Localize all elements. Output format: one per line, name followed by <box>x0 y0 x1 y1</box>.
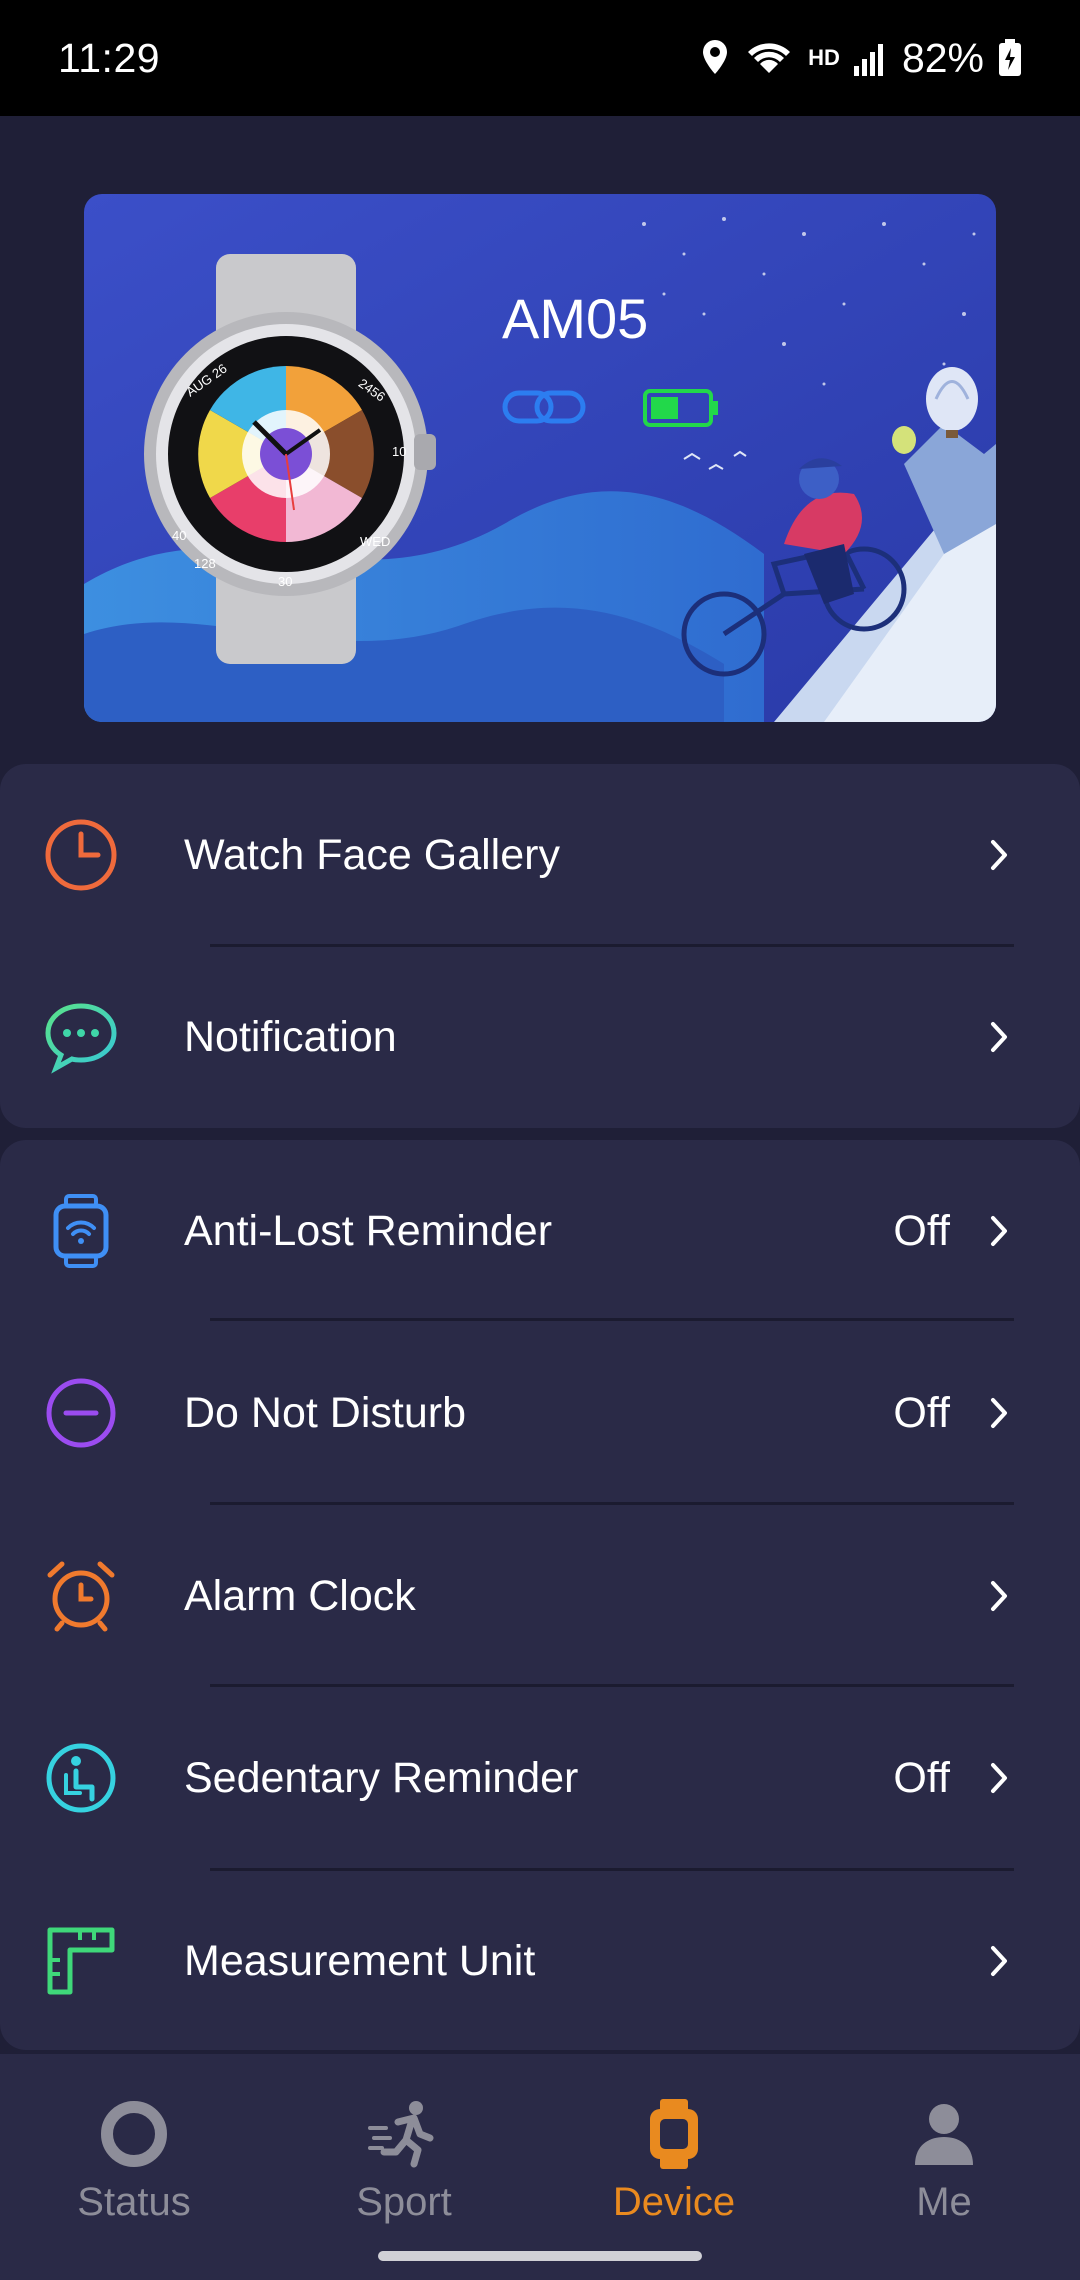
menu-item-value: Off <box>893 1388 950 1437</box>
menu-item-anti-lost-reminder[interactable]: Anti-Lost Reminder Off <box>0 1140 1080 1322</box>
device-banner[interactable]: AUG 26 2456 10 40 128 WED 30 AM05 <box>84 194 996 722</box>
watch-face-ten: 10 <box>392 444 406 459</box>
bottom-navigation: Status Sport Device Me <box>0 2054 1080 2280</box>
chevron-right-icon <box>984 835 1014 875</box>
seated-person-icon <box>44 1741 118 1815</box>
nav-tab-device[interactable]: Device <box>574 2094 774 2254</box>
watch-face-thirty: 30 <box>278 574 292 589</box>
watch-face-day: WED <box>360 534 390 549</box>
chevron-right-icon <box>984 1576 1014 1616</box>
ruler-icon <box>44 1924 118 1998</box>
watch-face-heart: 128 <box>194 556 216 571</box>
banner-illustration: AUG 26 2456 10 40 128 WED 30 <box>84 194 996 722</box>
menu-item-label: Sedentary Reminder <box>184 1753 579 1802</box>
chevron-right-icon <box>984 1017 1014 1057</box>
alarm-clock-icon <box>44 1559 118 1633</box>
signal-icon <box>853 40 888 76</box>
nav-tab-status[interactable]: Status <box>34 2094 234 2254</box>
nav-label: Device <box>612 2180 736 2224</box>
battery-percent: 82% <box>901 34 984 81</box>
watch-signal-icon <box>44 1194 118 1268</box>
running-icon <box>364 2094 444 2174</box>
chevron-right-icon <box>984 1941 1014 1981</box>
chevron-right-icon <box>984 1393 1014 1433</box>
device-name: AM05 <box>502 287 649 350</box>
menu-item-do-not-disturb[interactable]: Do Not Disturb Off <box>0 1322 1080 1504</box>
person-icon <box>904 2094 984 2174</box>
menu-item-measurement-unit[interactable]: Measurement Unit <box>0 1870 1080 2052</box>
location-icon <box>700 38 730 78</box>
status-icons: HD 82% <box>700 35 1022 82</box>
chevron-right-icon <box>984 1758 1014 1798</box>
menu-item-watch-face-gallery[interactable]: Watch Face Gallery <box>0 764 1080 946</box>
menu-item-value: Off <box>893 1206 950 1255</box>
chat-bubble-icon <box>44 1000 118 1074</box>
menu-item-label: Watch Face Gallery <box>184 830 560 879</box>
watch-icon <box>634 2094 714 2174</box>
menu-item-alarm-clock[interactable]: Alarm Clock <box>0 1505 1080 1687</box>
minus-circle-icon <box>44 1376 118 1450</box>
chevron-right-icon <box>984 1211 1014 1251</box>
menu-item-label: Do Not Disturb <box>184 1388 466 1437</box>
link-icon <box>502 390 586 429</box>
status-bar: 11:29 HD 82% <box>0 0 1080 116</box>
ring-icon <box>94 2094 174 2174</box>
battery-charging-icon <box>998 39 1022 77</box>
watch-face-forty: 40 <box>172 528 186 543</box>
menu-item-sedentary-reminder[interactable]: Sedentary Reminder Off <box>0 1687 1080 1869</box>
clock-icon <box>44 818 118 892</box>
wifi-icon <box>744 38 794 78</box>
nav-label: Status <box>77 2180 191 2224</box>
menu-item-label: Alarm Clock <box>184 1571 416 1620</box>
menu-item-label: Measurement Unit <box>184 1936 536 1985</box>
home-indicator[interactable] <box>378 2251 702 2261</box>
network-badge: HD <box>808 45 840 70</box>
nav-label: Sport <box>356 2180 452 2224</box>
nav-label: Me <box>916 2180 972 2224</box>
nav-tab-sport[interactable]: Sport <box>304 2094 504 2254</box>
menu-item-notification[interactable]: Notification <box>0 946 1080 1128</box>
nav-tab-me[interactable]: Me <box>844 2094 1044 2254</box>
menu-item-label: Notification <box>184 1012 397 1061</box>
menu-item-label: Anti-Lost Reminder <box>184 1206 553 1255</box>
battery-level-icon <box>642 388 720 433</box>
menu-item-value: Off <box>893 1753 950 1802</box>
status-time: 11:29 <box>58 34 161 81</box>
